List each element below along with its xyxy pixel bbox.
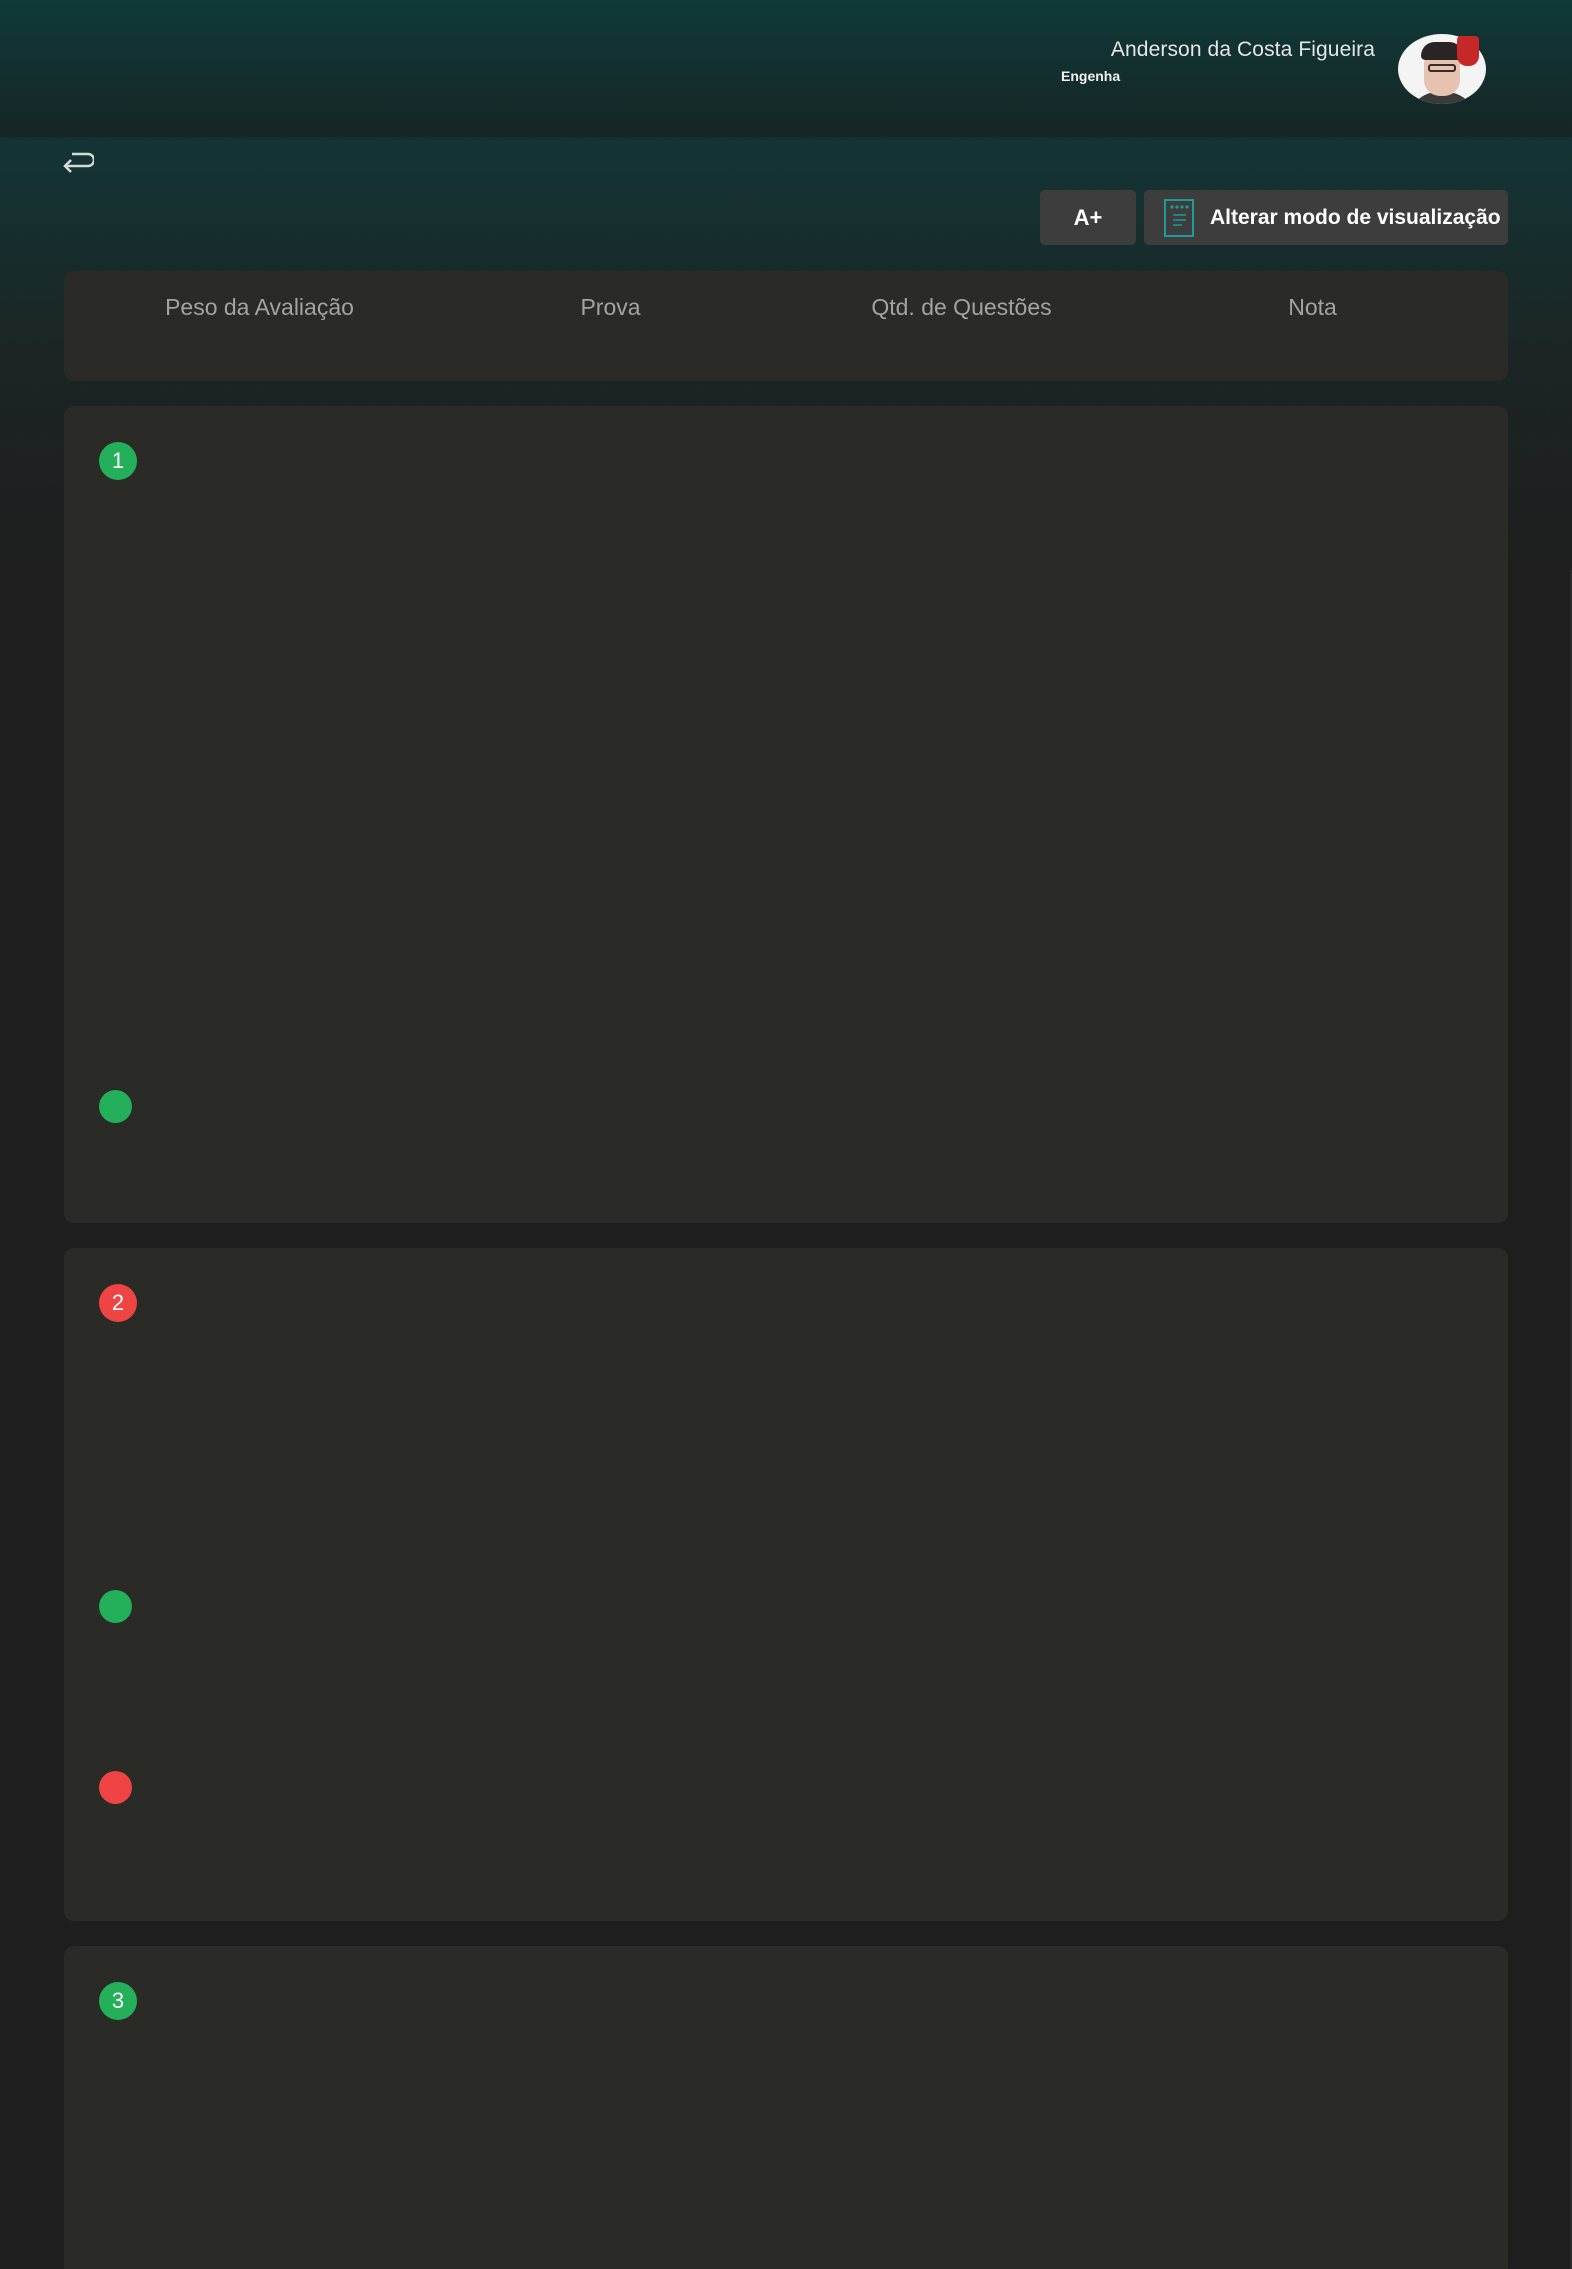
- question-card: 1: [64, 406, 1508, 1223]
- summary-header-weight: Peso da Avaliação: [165, 294, 354, 320]
- summary-header-grade: Nota: [1288, 294, 1337, 320]
- notification-badge: [1457, 36, 1479, 66]
- summary-header-exam: Prova: [580, 294, 641, 320]
- question-card: 3: [64, 1946, 1508, 2269]
- return-arrow-icon: [63, 152, 96, 173]
- increase-font-label: A+: [1073, 204, 1103, 230]
- question-number-badge: 3: [99, 1982, 137, 2020]
- avatar-glasses: [1428, 64, 1456, 72]
- exam-summary-panel: Peso da Avaliação Prova Qtd. de Questões…: [64, 271, 1508, 381]
- top-bar: Engenha Anderson da Costa Figueira: [0, 0, 1572, 137]
- answer-correct-indicator: [99, 1590, 132, 1623]
- question-card: 2: [64, 1248, 1508, 1921]
- question-number-badge: 2: [99, 1284, 137, 1322]
- change-view-mode-button[interactable]: Alterar modo de visualização: [1144, 190, 1508, 245]
- document-icon: [1164, 198, 1194, 237]
- back-button[interactable]: [60, 150, 96, 178]
- increase-font-button[interactable]: A+: [1040, 190, 1136, 245]
- summary-header-question-count: Qtd. de Questões: [871, 294, 1052, 320]
- answer-incorrect-indicator: [99, 1771, 132, 1804]
- change-view-mode-label: Alterar modo de visualização: [1210, 205, 1501, 229]
- question-number-badge: 1: [99, 442, 137, 480]
- user-name: Anderson da Costa Figueira: [1110, 38, 1375, 61]
- user-course: Engenha: [1061, 68, 1121, 84]
- answer-correct-indicator: [99, 1090, 132, 1123]
